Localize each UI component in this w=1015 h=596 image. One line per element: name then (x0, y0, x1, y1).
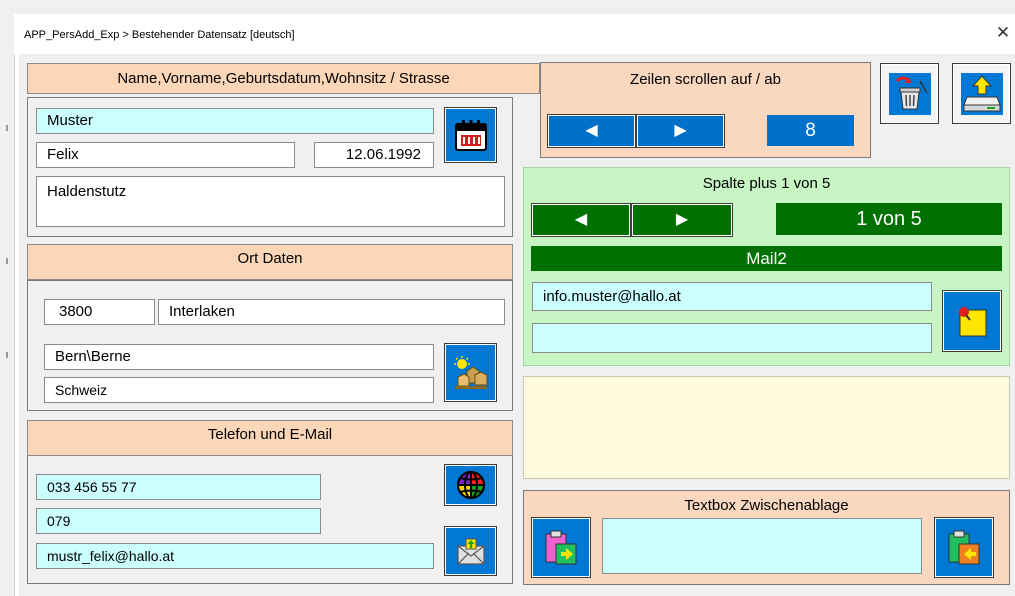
column-prev-button[interactable]: ◀ (531, 203, 631, 237)
name-section-header: Name,Vorname,Geburtsdatum,Wohnsitz / Str… (27, 63, 540, 94)
calendar-button[interactable] (444, 107, 497, 163)
scroll-value: 8 (767, 115, 854, 146)
save-record-button[interactable] (952, 63, 1011, 124)
ort-field[interactable]: Interlaken (158, 299, 505, 325)
lastname-field[interactable]: Muster (36, 108, 434, 134)
land-field[interactable]: Schweiz (44, 377, 434, 403)
background-strip (0, 0, 1015, 14)
calendar-icon (454, 120, 487, 151)
chevron-right-icon: ▶ (675, 211, 689, 228)
globe-button[interactable] (444, 464, 497, 506)
clipboard-copy-button[interactable] (934, 517, 994, 578)
note-button[interactable] (942, 290, 1002, 352)
kanton-field[interactable]: Bern\Berne (44, 344, 434, 370)
save-download-icon (960, 72, 1003, 115)
scroll-prev-button[interactable]: ◀ (547, 114, 636, 148)
column-value-field-2[interactable] (532, 323, 932, 353)
birthdate-field[interactable]: 12.06.1992 (314, 142, 434, 168)
column-section-header: Spalte plus 1 von 5 (702, 175, 831, 192)
plz-field[interactable]: 3800 (44, 299, 155, 325)
chevron-right-icon: ▶ (674, 122, 687, 139)
scroll-next-button[interactable]: ▶ (636, 114, 725, 148)
column-name: Mail2 (531, 246, 1002, 271)
street-field[interactable]: Haldenstutz (36, 176, 505, 227)
globe-icon (456, 471, 485, 499)
contact-section-header: Telefon und E-Mail (27, 420, 513, 456)
email-field[interactable]: mustr_felix@hallo.at (36, 543, 434, 569)
mobile-field[interactable]: 079 (36, 508, 321, 534)
map-landscape-icon (453, 355, 487, 389)
mail-send-button[interactable] (444, 526, 497, 576)
delete-record-button[interactable] (880, 63, 939, 124)
info-panel (523, 376, 1010, 479)
phone-field[interactable]: 033 456 55 77 (36, 474, 321, 500)
chevron-left-icon: ◀ (574, 211, 588, 228)
clipboard-textbox[interactable] (602, 518, 922, 574)
map-button[interactable] (444, 343, 497, 402)
divider-mark (6, 352, 8, 358)
ort-section-header: Ort Daten (27, 244, 513, 280)
window-title: APP_PersAdd_Exp > Bestehender Datensatz … (24, 29, 295, 41)
trash-delete-icon (888, 72, 931, 115)
scroll-section-header: Zeilen scrollen auf / ab (630, 71, 781, 88)
clipboard-copy-icon (948, 530, 980, 564)
column-next-button[interactable]: ▶ (631, 203, 733, 237)
column-position: 1 von 5 (776, 203, 1002, 235)
clipboard-paste-button[interactable] (531, 517, 591, 578)
column-value-field-1[interactable]: info.muster@hallo.at (532, 282, 932, 311)
close-button[interactable]: ✕ (994, 23, 1012, 43)
divider-mark (6, 258, 8, 264)
sticky-note-pin-icon (959, 307, 987, 337)
mail-upload-icon (456, 538, 485, 565)
clipboard-section-header: Textbox Zwischenablage (684, 497, 849, 514)
clipboard-paste-icon (545, 530, 577, 564)
divider-mark (6, 125, 8, 131)
firstname-field[interactable]: Felix (36, 142, 295, 168)
chevron-left-icon: ◀ (585, 122, 598, 139)
